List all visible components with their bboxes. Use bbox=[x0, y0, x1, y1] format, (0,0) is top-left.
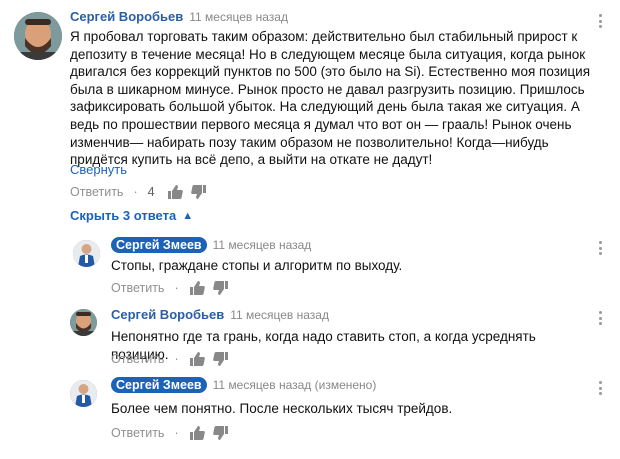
separator: · bbox=[133, 185, 138, 199]
comment-meta: Сергей Воробьев 11 месяцев назад bbox=[111, 307, 329, 323]
thumb-down-icon[interactable] bbox=[190, 184, 207, 200]
separator: · bbox=[174, 426, 179, 440]
comment-line: ведь по прошествии первого месяца я дума… bbox=[70, 116, 572, 132]
timestamp[interactable]: 11 месяцев назад bbox=[189, 10, 288, 24]
comment-actions: Ответить · bbox=[111, 425, 237, 441]
reply-comment: Сергей Воробьев 11 месяцев назад Непонятн… bbox=[0, 300, 620, 370]
avatar-photo-icon bbox=[14, 12, 62, 60]
comment-actions: Ответить · bbox=[111, 351, 237, 367]
thumb-down-icon[interactable] bbox=[212, 425, 229, 441]
comment-actions: Ответить · 4 bbox=[70, 184, 215, 200]
comment-text: Более чем понятно. После нескольких тыся… bbox=[111, 401, 453, 416]
more-vert-icon[interactable] bbox=[598, 311, 602, 325]
avatar[interactable] bbox=[14, 12, 62, 60]
comment-line: двигался без коррекций пунктов по 500 (э… bbox=[70, 64, 591, 80]
author-name[interactable]: Сергей Змеев bbox=[111, 377, 207, 393]
reply-button[interactable]: Ответить bbox=[111, 352, 164, 366]
thumb-up-icon[interactable] bbox=[167, 184, 183, 200]
avatar[interactable] bbox=[70, 309, 97, 336]
author-name[interactable]: Сергей Воробьев bbox=[70, 9, 183, 24]
comment-line: изменчив— набирать позу таким образом не… bbox=[70, 134, 549, 150]
reply-comment: Сергей Змеев 11 месяцев назад Стопы, граж… bbox=[0, 230, 620, 300]
thumb-up-icon[interactable] bbox=[189, 280, 205, 296]
avatar[interactable] bbox=[70, 380, 97, 407]
timestamp[interactable]: 11 месяцев назад bbox=[213, 238, 312, 252]
hide-replies-link[interactable]: Скрыть 3 ответа ▲ bbox=[70, 208, 193, 223]
separator: · bbox=[174, 281, 179, 295]
thumb-down-icon[interactable] bbox=[212, 351, 229, 367]
timestamp[interactable]: 11 месяцев назад bbox=[230, 308, 329, 322]
more-vert-icon[interactable] bbox=[598, 241, 602, 255]
comment-text: Стопы, граждане стопы и алгоритм по выхо… bbox=[111, 258, 403, 273]
thumb-down-icon[interactable] bbox=[212, 280, 229, 296]
avatar-photo-icon bbox=[70, 309, 97, 336]
author-name[interactable]: Сергей Воробьев bbox=[111, 307, 224, 322]
comment-line: была в шикарном минусе. Рынок просто не … bbox=[70, 81, 585, 97]
more-vert-icon[interactable] bbox=[598, 14, 602, 28]
author-name[interactable]: Сергей Змеев bbox=[111, 237, 207, 253]
reply-button[interactable]: Ответить bbox=[70, 185, 123, 199]
avatar-photo-icon bbox=[73, 240, 100, 267]
avatar[interactable] bbox=[73, 240, 100, 267]
comment-actions: Ответить · bbox=[111, 280, 237, 296]
comment-meta: Сергей Змеев 11 месяцев назад (изменено) bbox=[111, 377, 376, 393]
main-comment: Сергей Воробьев 11 месяцев назад Я пробов… bbox=[0, 0, 620, 230]
hide-replies-label: Скрыть 3 ответа bbox=[70, 208, 177, 223]
comment-line: депозиту в течение месяца! Но в следующе… bbox=[70, 46, 586, 62]
chevron-up-icon: ▲ bbox=[182, 210, 194, 222]
reply-button[interactable]: Ответить bbox=[111, 281, 164, 295]
separator: · bbox=[174, 352, 179, 366]
collapse-link[interactable]: Свернуть bbox=[70, 162, 127, 177]
comment-line: Я пробовал торговать таким образом: дейс… bbox=[70, 29, 578, 44]
comment-meta: Сергей Воробьев 11 месяцев назад bbox=[70, 9, 288, 25]
timestamp[interactable]: 11 месяцев назад (изменено) bbox=[213, 378, 377, 392]
thumb-up-icon[interactable] bbox=[189, 425, 205, 441]
thumb-up-icon[interactable] bbox=[189, 351, 205, 367]
avatar-photo-icon bbox=[70, 380, 97, 407]
like-count: 4 bbox=[147, 185, 155, 199]
comment-line: придётся купить на всё депо, а выйти на … bbox=[70, 152, 433, 168]
comment-meta: Сергей Змеев 11 месяцев назад bbox=[111, 237, 311, 253]
comment-line: зафиксировать большой убыток. На следующ… bbox=[70, 99, 580, 115]
more-vert-icon[interactable] bbox=[598, 381, 602, 395]
comment-text: Я пробовал торговать таким образом: дейс… bbox=[70, 28, 610, 169]
reply-button[interactable]: Ответить bbox=[111, 426, 164, 440]
reply-comment: Сергей Змеев 11 месяцев назад (изменено) … bbox=[0, 370, 620, 459]
